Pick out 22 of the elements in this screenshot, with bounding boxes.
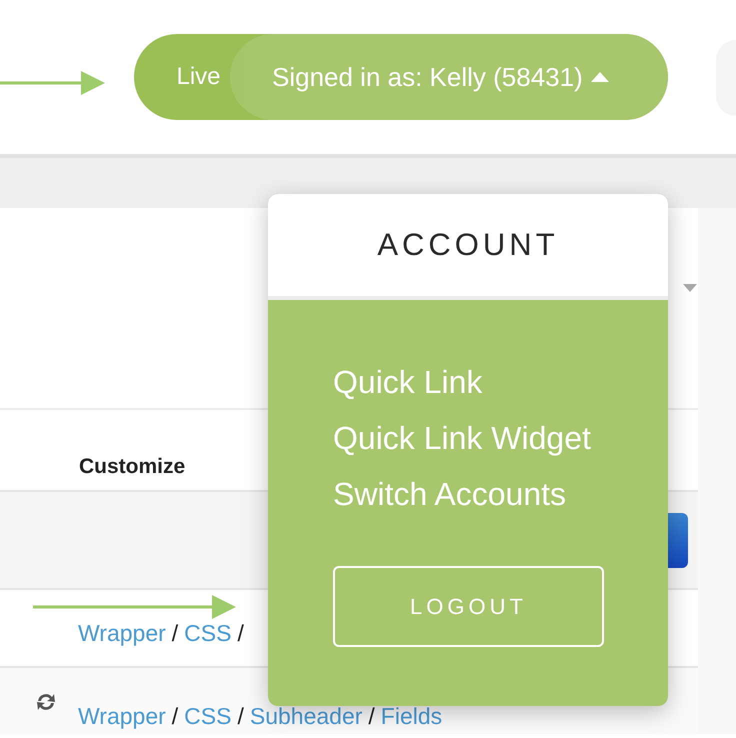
account-pill[interactable]: Live Signed in as: Kelly (58431) — [134, 34, 668, 120]
path-separator: / — [172, 704, 178, 728]
signed-in-button[interactable]: Signed in as: Kelly (58431) — [230, 34, 668, 120]
path-link[interactable]: Wrapper — [78, 704, 166, 728]
path-link[interactable]: Wrapper — [78, 616, 166, 650]
menu-item[interactable]: Quick Link Widget — [333, 410, 591, 466]
path-link[interactable]: CSS — [184, 704, 232, 728]
path-link[interactable]: Subheader — [250, 704, 362, 728]
path-separator: / — [237, 619, 244, 648]
environment-label: Live — [175, 62, 222, 92]
menu-item[interactable]: Switch Accounts — [333, 466, 566, 522]
column-header: Customize — [79, 454, 186, 480]
path-separator: / — [368, 704, 375, 728]
menu-title: ACCOUNT — [377, 226, 559, 264]
menu-item[interactable]: Quick Link — [333, 354, 482, 410]
refresh-icon[interactable] — [35, 692, 57, 712]
logout-button[interactable]: LOGOUT — [333, 566, 604, 647]
path-link[interactable]: Fields — [380, 704, 442, 728]
caret-icon — [590, 72, 609, 82]
path-separator: / — [172, 619, 178, 648]
path-link[interactable]: CSS — [184, 616, 232, 650]
path-separator: / — [237, 704, 244, 728]
